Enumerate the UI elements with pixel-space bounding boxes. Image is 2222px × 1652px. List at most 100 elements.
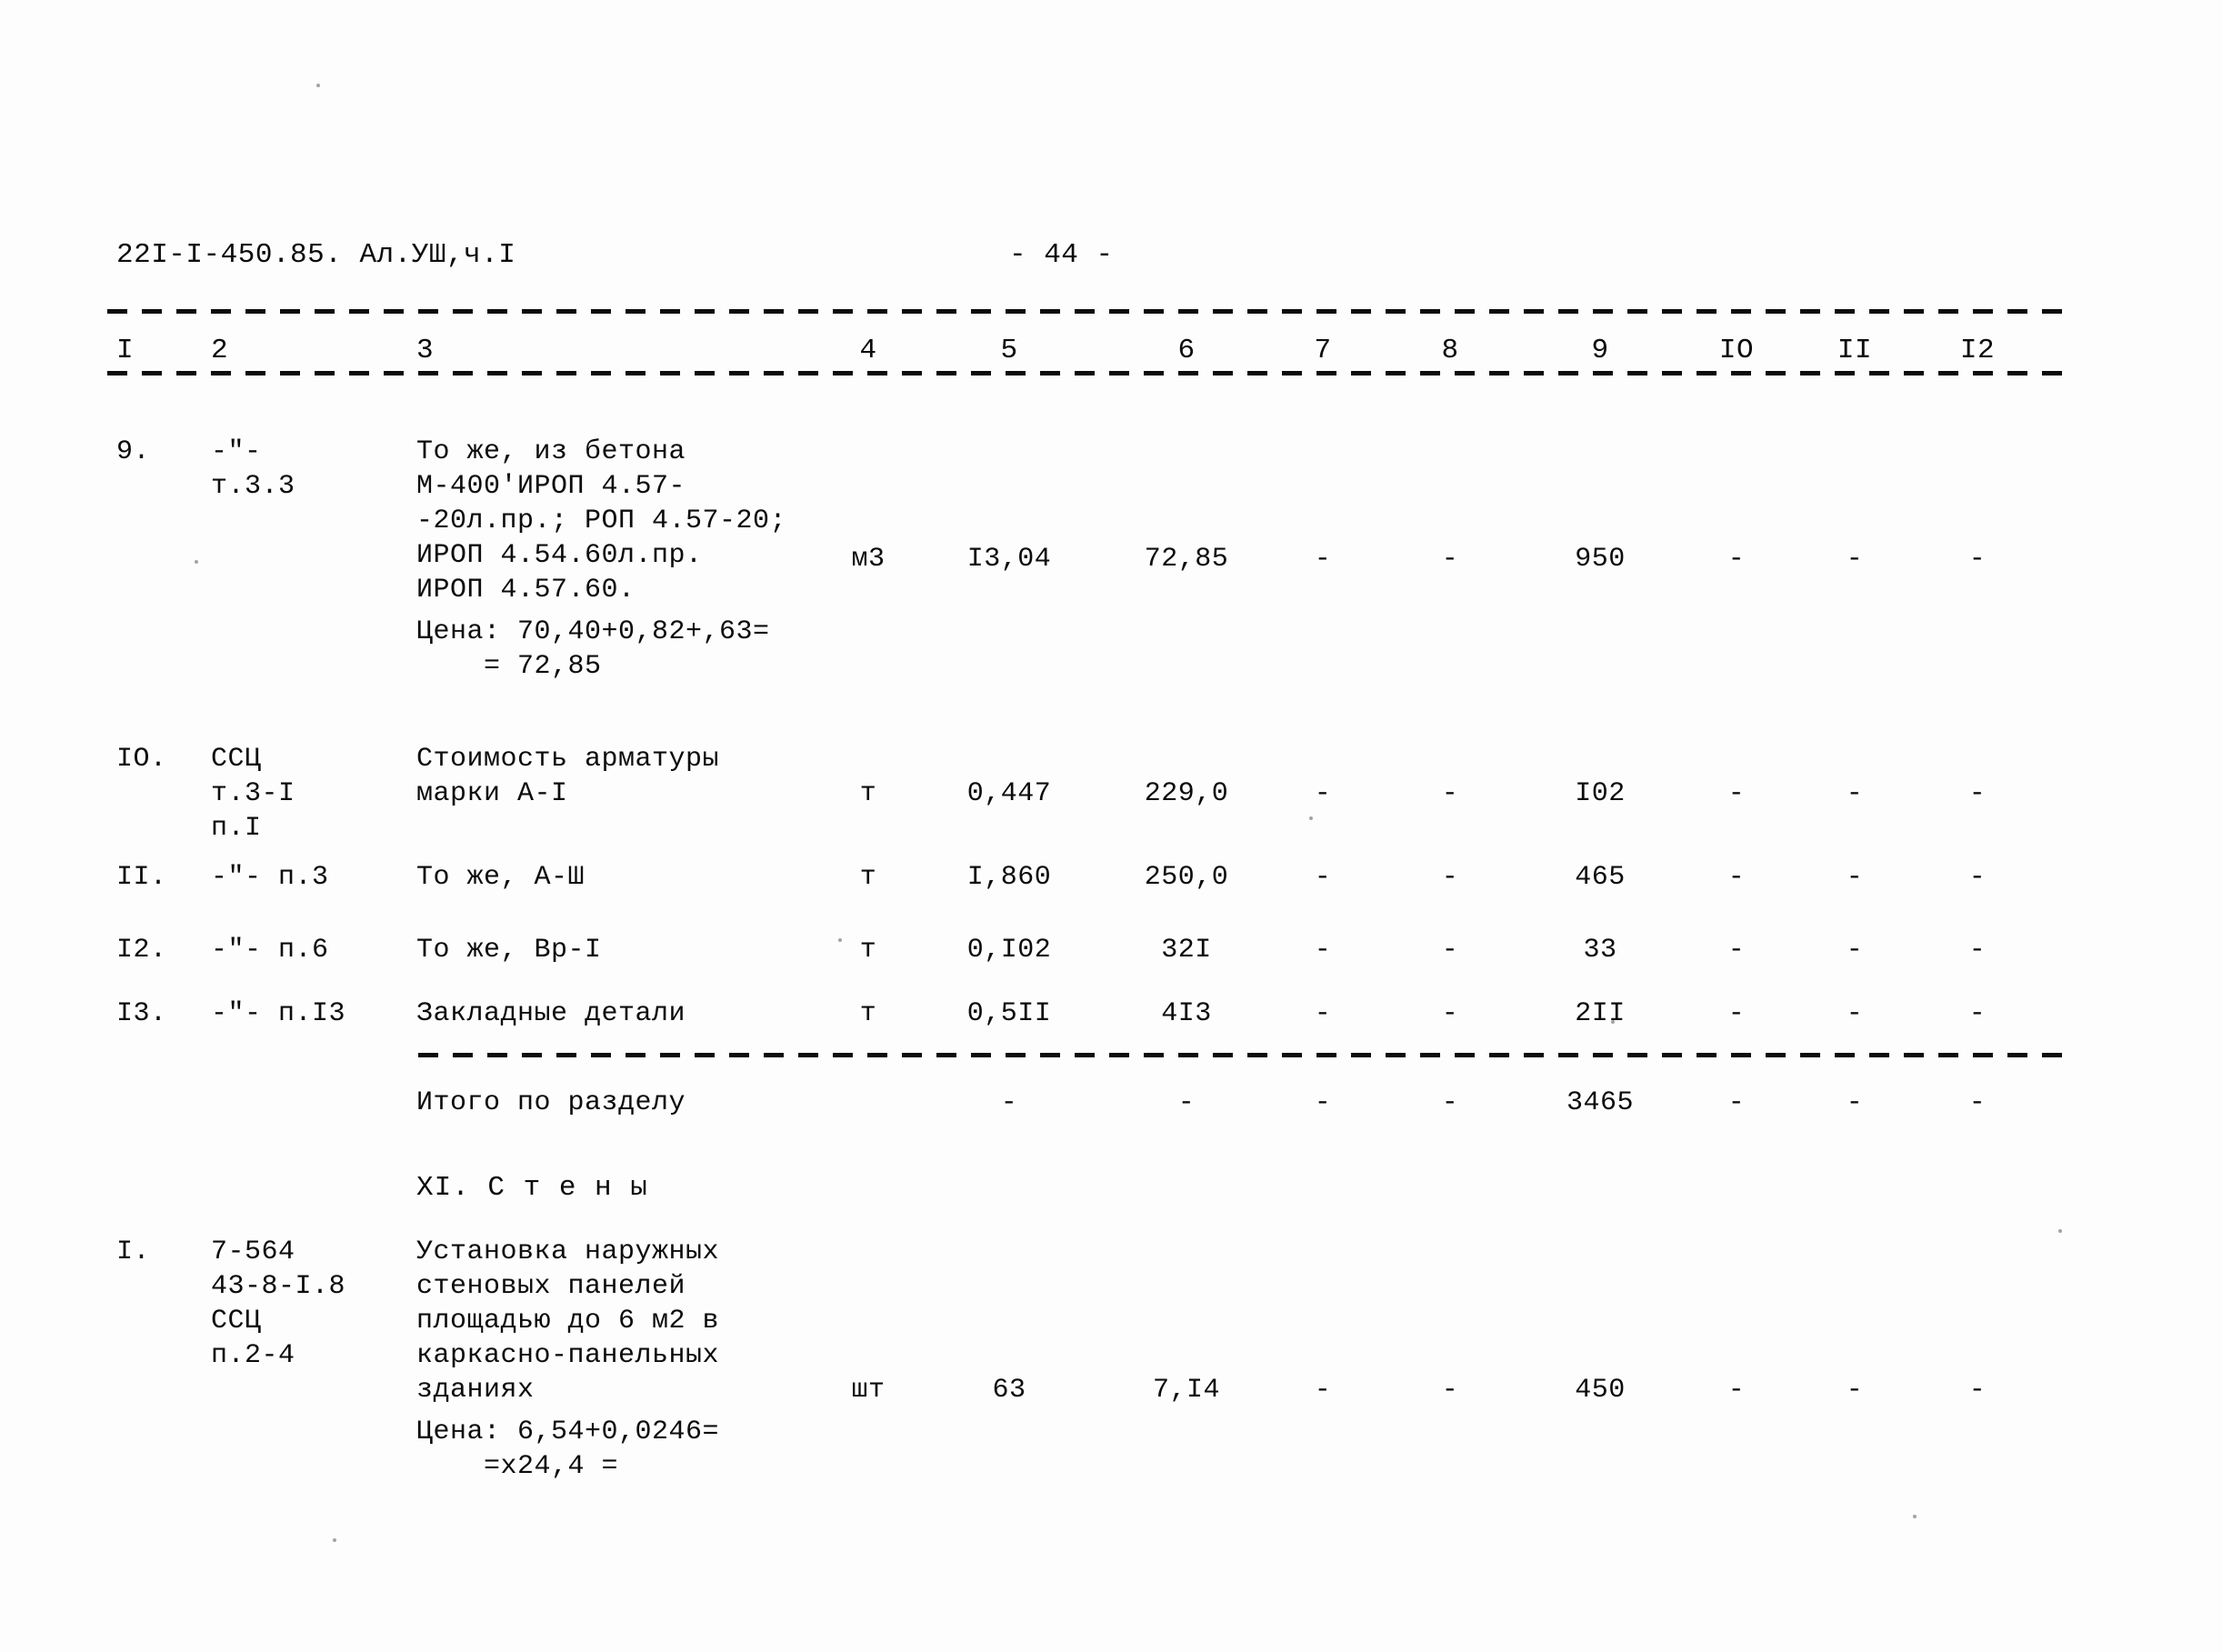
scan-speck [838, 938, 842, 942]
row-description-line: М-400'ИРОП 4.57- [416, 471, 686, 502]
row-col12-cell: - [1968, 935, 1987, 966]
row-col9-cell: 950 [1575, 544, 1626, 575]
summary-col7-cell: - [1314, 1087, 1332, 1118]
section-row-price-note-line: Цена: 6,54+0,0246= [416, 1417, 720, 1447]
row-col12-cell: - [1968, 544, 1987, 575]
row-number-cell: 9. [116, 436, 151, 467]
section-row-description-line: Установка наружных [416, 1236, 720, 1267]
section-row-price-note-line: =х24,4 = [416, 1451, 619, 1482]
row-price-cell: 229,0 [1144, 778, 1229, 809]
summary-col12-cell: - [1968, 1087, 1987, 1118]
section-heading: XI. С т е н ы [416, 1172, 648, 1204]
row-price-note-line: Цена: 70,40+0,82+,63= [416, 616, 770, 647]
summary-col8-cell: - [1441, 1087, 1459, 1118]
row-price-note-line: = 72,85 [416, 651, 602, 682]
row-col8-cell: - [1441, 862, 1459, 893]
section-row-quantity-cell: 63 [992, 1375, 1026, 1406]
row-col12-cell: - [1968, 862, 1987, 893]
section-row-description-line: зданиях [416, 1375, 535, 1406]
summary-col5-cell: - [1000, 1087, 1018, 1118]
row-unit-cell: т [859, 862, 877, 893]
section-row-unit-cell: шт [851, 1375, 886, 1406]
row-description-line: То же, из бетона [416, 436, 686, 467]
document-page: 22I-I-450.85. Ал.УШ,ч.I - 44 - I23456789… [0, 0, 2222, 1652]
row-col10-cell: - [1727, 544, 1746, 575]
row-col12-cell: - [1968, 778, 1987, 809]
row-code-line: т.3-I [211, 778, 295, 809]
row-description-line: Стоимость арматуры [416, 744, 720, 775]
section-row-col8-cell: - [1441, 1375, 1459, 1406]
section-row-description-line: каркасно-панельных [416, 1340, 720, 1371]
section-row-col12-cell: - [1968, 1375, 1987, 1406]
summary-col9-cell: 3465 [1566, 1087, 1634, 1118]
row-col9-cell: I02 [1575, 778, 1626, 809]
row-col8-cell: - [1441, 998, 1459, 1029]
summary-col11-cell: - [1846, 1087, 1864, 1118]
row-number-cell: I2. [116, 935, 167, 966]
row-description-line: То же, Вр-I [416, 935, 602, 966]
row-unit-cell: м3 [851, 544, 886, 575]
row-code-line: -"- п.3 [211, 862, 329, 893]
section-row-col9-cell: 450 [1575, 1375, 1626, 1406]
row-description-line: марки А-I [416, 778, 568, 809]
section-row-code-line: ССЦ [211, 1306, 262, 1337]
section-row-number-cell: I. [116, 1236, 151, 1267]
row-unit-cell: т [859, 998, 877, 1029]
row-col11-cell: - [1846, 998, 1864, 1029]
row-description-line: -20л.пр.; РОП 4.57-20; [416, 506, 787, 536]
row-quantity-cell: 0,I02 [966, 935, 1052, 966]
row-code-line: -"- п.6 [211, 935, 329, 966]
row-price-cell: 4I3 [1161, 998, 1212, 1029]
row-unit-cell: т [859, 935, 877, 966]
row-unit-cell: т [859, 778, 877, 809]
row-quantity-cell: I3,04 [966, 544, 1052, 575]
row-price-cell: 72,85 [1144, 544, 1229, 575]
row-quantity-cell: 0,447 [966, 778, 1052, 809]
row-col10-cell: - [1727, 862, 1746, 893]
scan-speck [2058, 1229, 2062, 1233]
row-col9-cell: 33 [1583, 935, 1617, 966]
row-col7-cell: - [1314, 862, 1332, 893]
row-description-line: ИРОП 4.54.60л.пр. [416, 540, 703, 571]
row-col11-cell: - [1846, 935, 1864, 966]
section-row-col7-cell: - [1314, 1375, 1332, 1406]
row-col11-cell: - [1846, 862, 1864, 893]
row-col7-cell: - [1314, 935, 1332, 966]
row-description-line: Закладные детали [416, 998, 686, 1029]
row-description-line: То же, А-Ш [416, 862, 586, 893]
scan-speck [1611, 1020, 1615, 1024]
scan-speck [195, 560, 198, 564]
row-number-cell: I3. [116, 998, 167, 1029]
section-row-code-line: п.2-4 [211, 1340, 295, 1371]
row-code-line: ССЦ [211, 744, 262, 775]
row-col10-cell: - [1727, 935, 1746, 966]
row-col10-cell: - [1727, 778, 1746, 809]
row-col10-cell: - [1727, 998, 1746, 1029]
row-quantity-cell: 0,5II [966, 998, 1052, 1029]
row-col11-cell: - [1846, 778, 1864, 809]
row-description-line: ИРОП 4.57.60. [416, 575, 636, 606]
row-col11-cell: - [1846, 544, 1864, 575]
row-price-cell: 250,0 [1144, 862, 1229, 893]
row-col8-cell: - [1441, 935, 1459, 966]
summary-label: Итого по разделу [416, 1087, 686, 1118]
row-col12-cell: - [1968, 998, 1987, 1029]
row-col9-cell: 2II [1575, 998, 1626, 1029]
row-price-cell: 32I [1161, 935, 1212, 966]
row-col9-cell: 465 [1575, 862, 1626, 893]
summary-col10-cell: - [1727, 1087, 1746, 1118]
section-row-description-line: стеновых панелей [416, 1271, 686, 1302]
row-number-cell: II. [116, 862, 167, 893]
scan-speck [1913, 1515, 1917, 1518]
scan-speck [333, 1538, 336, 1542]
section-row-description-line: площадью до 6 м2 в [416, 1306, 720, 1337]
row-code-line: -"- п.I3 [211, 998, 346, 1029]
section-row-col11-cell: - [1846, 1375, 1864, 1406]
table-body: 9. -"- т.3.3 То же, из бетона М-400'ИРОП 4.5… [0, 0, 2222, 1652]
summary-col6-cell: - [1177, 1087, 1196, 1118]
section-row-col10-cell: - [1727, 1375, 1746, 1406]
row-quantity-cell: I,860 [966, 862, 1052, 893]
row-col7-cell: - [1314, 998, 1332, 1029]
row-code-line: т.3.3 [211, 471, 295, 502]
scan-speck [1309, 816, 1313, 820]
